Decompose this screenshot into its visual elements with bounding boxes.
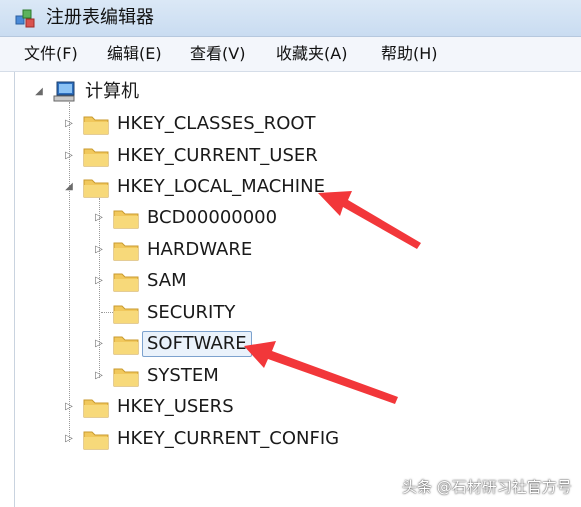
tree-node-label: HKEY_CLASSES_ROOT xyxy=(117,113,316,134)
expand-arrow-icon[interactable]: ▷ xyxy=(63,118,75,130)
computer-icon xyxy=(53,81,75,102)
tree-node-security[interactable]: ▷ SECURITY xyxy=(93,299,235,327)
tree-node-label: HARDWARE xyxy=(147,239,253,260)
tree-node-hkey-current-user[interactable]: ▷ HKEY_CURRENT_USER xyxy=(63,142,318,170)
folder-icon xyxy=(113,242,139,261)
title-bar: 注册表编辑器 xyxy=(0,0,581,37)
folder-icon xyxy=(113,305,139,324)
tree-node-system[interactable]: ▷ SYSTEM xyxy=(93,362,219,390)
folder-icon xyxy=(83,431,109,450)
tree-node-software[interactable]: ▷ SOFTWARE xyxy=(93,330,252,358)
folder-icon xyxy=(113,210,139,229)
tree-node-label: SOFTWARE xyxy=(142,331,252,357)
tree-node-bcd00000000[interactable]: ▷ BCD00000000 xyxy=(93,204,277,232)
menu-view[interactable]: 查看(V) xyxy=(190,42,245,66)
expand-arrow-icon[interactable]: ▷ xyxy=(63,401,75,413)
expand-arrow-icon[interactable]: ▷ xyxy=(63,433,75,445)
expand-arrow-icon[interactable]: ▷ xyxy=(93,370,105,382)
tree-node-label: SECURITY xyxy=(147,302,236,323)
window-title: 注册表编辑器 xyxy=(46,7,154,28)
tree-node-label: HKEY_CURRENT_USER xyxy=(117,145,318,166)
tree-node-sam[interactable]: ▷ SAM xyxy=(93,267,187,295)
tree-node-label: HKEY_CURRENT_CONFIG xyxy=(117,428,340,449)
expand-arrow-icon[interactable]: ▷ xyxy=(93,338,105,350)
folder-icon xyxy=(83,399,109,418)
folder-open-icon xyxy=(83,179,109,198)
tree-node-label: SAM xyxy=(147,270,187,291)
folder-icon xyxy=(113,273,139,292)
tree-node-label: SYSTEM xyxy=(147,365,219,386)
menu-file[interactable]: 文件(F) xyxy=(24,42,78,66)
expand-arrow-icon[interactable]: ▷ xyxy=(93,275,105,287)
folder-icon xyxy=(113,336,139,355)
menu-bar: 文件(F) 编辑(E) 查看(V) 收藏夹(A) 帮助(H) xyxy=(0,37,581,72)
tree-node-label: 计算机 xyxy=(85,81,139,102)
tree-node-hkey-classes-root[interactable]: ▷ HKEY_CLASSES_ROOT xyxy=(63,110,316,138)
expand-arrow-icon[interactable]: ▷ xyxy=(93,244,105,256)
menu-edit[interactable]: 编辑(E) xyxy=(107,42,162,66)
watermark: 头条 @石材研习社官方号 xyxy=(402,478,572,496)
tree-node-hkey-users[interactable]: ▷ HKEY_USERS xyxy=(63,393,234,421)
tree-node-hkey-current-config[interactable]: ▷ HKEY_CURRENT_CONFIG xyxy=(63,425,339,453)
tree-node-label: BCD00000000 xyxy=(147,207,278,228)
folder-icon xyxy=(83,116,109,135)
tree-node-label: HKEY_LOCAL_MACHINE xyxy=(117,176,325,197)
tree-node-hkey-local-machine[interactable]: ◢ HKEY_LOCAL_MACHINE xyxy=(63,173,325,201)
tree-node-label: HKEY_USERS xyxy=(117,396,234,417)
tree-node-computer[interactable]: ◢ 计算机 xyxy=(33,78,139,106)
folder-icon xyxy=(83,148,109,167)
registry-tree: ◢ 计算机 ▷ HKEY_CLASSES_ROOT ▷ HKEY_CURRENT… xyxy=(14,72,581,507)
collapse-arrow-icon[interactable]: ◢ xyxy=(33,86,45,98)
registry-editor-icon xyxy=(15,9,35,28)
menu-help[interactable]: 帮助(H) xyxy=(381,42,438,66)
expand-arrow-icon[interactable]: ▷ xyxy=(93,212,105,224)
expand-arrow-icon[interactable]: ▷ xyxy=(63,150,75,162)
folder-icon xyxy=(113,368,139,387)
tree-node-hardware[interactable]: ▷ HARDWARE xyxy=(93,236,252,264)
collapse-arrow-icon[interactable]: ◢ xyxy=(63,181,75,193)
menu-favorites[interactable]: 收藏夹(A) xyxy=(276,42,347,66)
